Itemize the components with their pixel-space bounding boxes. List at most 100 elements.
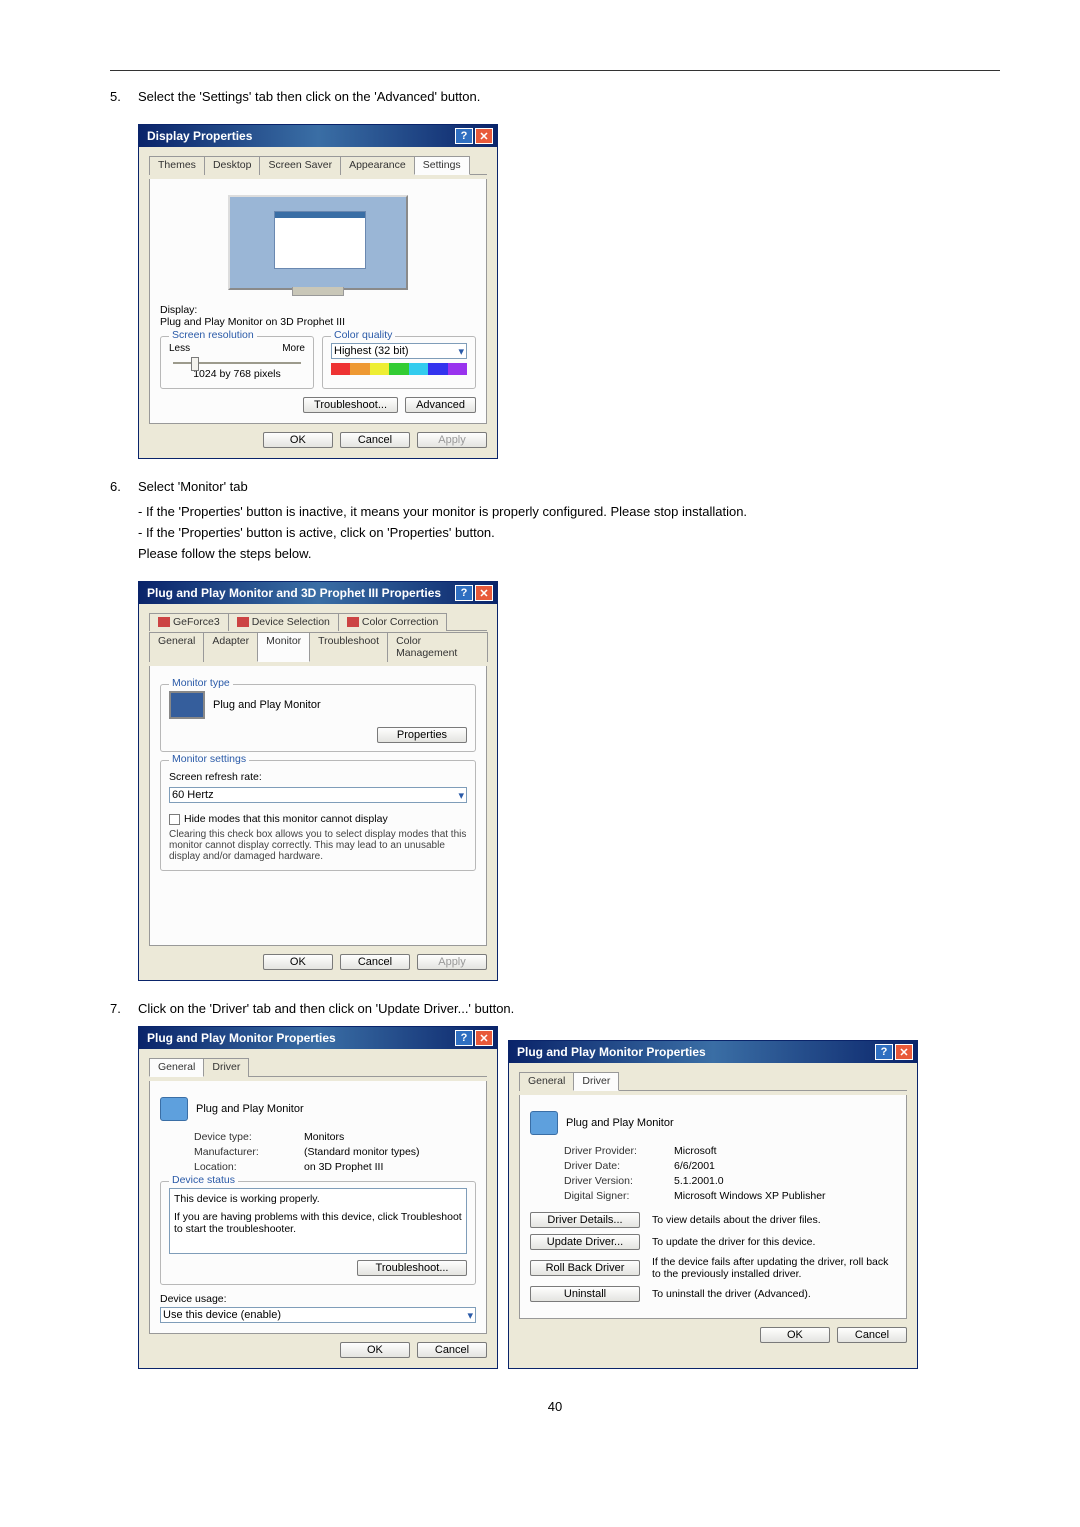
step6-bullet1: - If the 'Properties' button is inactive… bbox=[138, 504, 1000, 519]
driver-details-desc: To view details about the driver files. bbox=[652, 1214, 821, 1226]
uninstall-button[interactable]: Uninstall bbox=[530, 1286, 640, 1302]
dlg1-title: Display Properties bbox=[147, 129, 252, 143]
step6-number: 6. bbox=[110, 479, 138, 494]
step5-text: Select the 'Settings' tab then click on … bbox=[138, 89, 1000, 104]
hide-modes-label: Hide modes that this monitor cannot disp… bbox=[184, 813, 388, 825]
dlg2-tabs: GeForce3 Device Selection Color Correcti… bbox=[149, 612, 487, 662]
tab-general[interactable]: General bbox=[149, 632, 204, 662]
ok-button[interactable]: OK bbox=[340, 1342, 410, 1358]
tab-themes[interactable]: Themes bbox=[149, 156, 205, 175]
step6-bullet2: - If the 'Properties' button is active, … bbox=[138, 525, 1000, 540]
driver-version-value: 5.1.2001.0 bbox=[674, 1175, 724, 1187]
monitor-type-legend: Monitor type bbox=[169, 677, 233, 689]
step7-text: Click on the 'Driver' tab and then click… bbox=[138, 1001, 1000, 1016]
ok-button[interactable]: OK bbox=[263, 954, 333, 970]
manufacturer-label: Manufacturer: bbox=[194, 1146, 304, 1158]
location-label: Location: bbox=[194, 1161, 304, 1173]
monitor-type-value: Plug and Play Monitor bbox=[213, 699, 321, 711]
cancel-button[interactable]: Cancel bbox=[340, 432, 410, 448]
manufacturer-value: (Standard monitor types) bbox=[304, 1146, 420, 1158]
hide-modes-checkbox[interactable] bbox=[169, 814, 180, 825]
refresh-rate-label: Screen refresh rate: bbox=[169, 771, 467, 783]
nvidia-icon bbox=[237, 617, 249, 627]
help-icon[interactable]: ? bbox=[455, 1030, 473, 1046]
properties-button[interactable]: Properties bbox=[377, 727, 467, 743]
tab-appearance[interactable]: Appearance bbox=[340, 156, 415, 175]
tab-general[interactable]: General bbox=[519, 1072, 574, 1091]
update-driver-desc: To update the driver for this device. bbox=[652, 1236, 815, 1248]
device-usage-label: Device usage: bbox=[160, 1293, 476, 1305]
dlg4-title: Plug and Play Monitor Properties bbox=[517, 1045, 706, 1059]
device-name: Plug and Play Monitor bbox=[566, 1117, 674, 1129]
help-icon[interactable]: ? bbox=[455, 585, 473, 601]
digital-signer-value: Microsoft Windows XP Publisher bbox=[674, 1190, 826, 1202]
rollback-driver-desc: If the device fails after updating the d… bbox=[652, 1256, 896, 1280]
hide-modes-desc: Clearing this check box allows you to se… bbox=[169, 829, 467, 862]
display-properties-dialog: Display Properties ? ✕ Themes Desktop Sc… bbox=[138, 124, 498, 459]
troubleshoot-button[interactable]: Troubleshoot... bbox=[303, 397, 398, 413]
tab-color-correction[interactable]: Color Correction bbox=[338, 613, 447, 631]
device-icon bbox=[160, 1097, 188, 1121]
dlg1-tabs: Themes Desktop Screen Saver Appearance S… bbox=[149, 155, 487, 175]
cancel-button[interactable]: Cancel bbox=[340, 954, 410, 970]
digital-signer-label: Digital Signer: bbox=[564, 1190, 674, 1202]
page-number: 40 bbox=[110, 1399, 1000, 1414]
advanced-button[interactable]: Advanced bbox=[405, 397, 476, 413]
uninstall-desc: To uninstall the driver (Advanced). bbox=[652, 1288, 811, 1300]
tab-general[interactable]: General bbox=[149, 1058, 204, 1077]
update-driver-button[interactable]: Update Driver... bbox=[530, 1234, 640, 1250]
tab-device-selection[interactable]: Device Selection bbox=[228, 613, 339, 631]
driver-provider-label: Driver Provider: bbox=[564, 1145, 674, 1157]
troubleshoot-button[interactable]: Troubleshoot... bbox=[357, 1260, 467, 1276]
help-icon[interactable]: ? bbox=[875, 1044, 893, 1060]
more-label: More bbox=[282, 343, 305, 354]
step6-text: Select 'Monitor' tab bbox=[138, 479, 1000, 494]
monitor-icon bbox=[169, 691, 205, 719]
tab-settings[interactable]: Settings bbox=[414, 156, 470, 175]
tab-geforce3[interactable]: GeForce3 bbox=[149, 613, 229, 631]
tab-color-management[interactable]: Color Management bbox=[387, 632, 488, 662]
less-label: Less bbox=[169, 343, 190, 354]
rollback-driver-button[interactable]: Roll Back Driver bbox=[530, 1260, 640, 1276]
apply-button[interactable]: Apply bbox=[417, 432, 487, 448]
color-bar bbox=[331, 363, 467, 375]
resolution-slider[interactable] bbox=[173, 362, 301, 364]
pnp-monitor-general-dialog: Plug and Play Monitor Properties ? ✕ Gen… bbox=[138, 1026, 498, 1369]
cancel-button[interactable]: Cancel bbox=[837, 1327, 907, 1343]
driver-provider-value: Microsoft bbox=[674, 1145, 717, 1157]
close-icon[interactable]: ✕ bbox=[475, 128, 493, 144]
monitor-preview bbox=[228, 195, 408, 290]
close-icon[interactable]: ✕ bbox=[895, 1044, 913, 1060]
apply-button[interactable]: Apply bbox=[417, 954, 487, 970]
display-value: Plug and Play Monitor on 3D Prophet III bbox=[160, 316, 476, 328]
close-icon[interactable]: ✕ bbox=[475, 1030, 493, 1046]
tab-desktop[interactable]: Desktop bbox=[204, 156, 261, 175]
tab-adapter[interactable]: Adapter bbox=[203, 632, 258, 662]
cancel-button[interactable]: Cancel bbox=[417, 1342, 487, 1358]
help-icon[interactable]: ? bbox=[455, 128, 473, 144]
ok-button[interactable]: OK bbox=[263, 432, 333, 448]
tab-screensaver[interactable]: Screen Saver bbox=[259, 156, 341, 175]
devtype-value: Monitors bbox=[304, 1131, 344, 1143]
driver-version-label: Driver Version: bbox=[564, 1175, 674, 1187]
screen-resolution-legend: Screen resolution bbox=[169, 329, 257, 341]
tab-driver[interactable]: Driver bbox=[203, 1058, 249, 1077]
ok-button[interactable]: OK bbox=[760, 1327, 830, 1343]
devtype-label: Device type: bbox=[194, 1131, 304, 1143]
dlg2-title: Plug and Play Monitor and 3D Prophet III… bbox=[147, 586, 441, 600]
driver-details-button[interactable]: Driver Details... bbox=[530, 1212, 640, 1228]
refresh-rate-select[interactable]: 60 Hertz▾ bbox=[169, 787, 467, 803]
dlg3-title: Plug and Play Monitor Properties bbox=[147, 1031, 336, 1045]
monitor-properties-dialog: Plug and Play Monitor and 3D Prophet III… bbox=[138, 581, 498, 981]
nvidia-icon bbox=[347, 617, 359, 627]
driver-date-value: 6/6/2001 bbox=[674, 1160, 715, 1172]
tab-monitor[interactable]: Monitor bbox=[257, 632, 310, 662]
device-name: Plug and Play Monitor bbox=[196, 1103, 304, 1115]
tab-troubleshoot[interactable]: Troubleshoot bbox=[309, 632, 388, 662]
monitor-settings-legend: Monitor settings bbox=[169, 753, 249, 765]
color-quality-select[interactable]: Highest (32 bit)▾ bbox=[331, 343, 467, 359]
tab-driver[interactable]: Driver bbox=[573, 1072, 619, 1091]
close-icon[interactable]: ✕ bbox=[475, 585, 493, 601]
device-usage-select[interactable]: Use this device (enable)▾ bbox=[160, 1307, 476, 1323]
location-value: on 3D Prophet III bbox=[304, 1161, 383, 1173]
